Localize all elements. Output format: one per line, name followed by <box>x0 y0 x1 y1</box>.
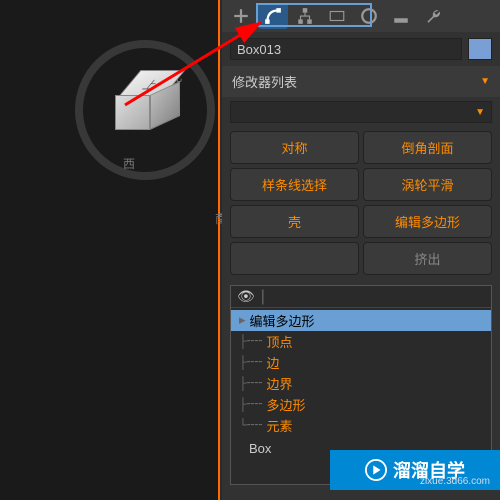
stack-list: ▸ 编辑多边形 ├╌╌顶点 ├╌╌边 ├╌╌边界 ├╌╌多边形 └╌╌元素 Bo… <box>231 308 491 459</box>
modify-tab[interactable] <box>258 3 288 29</box>
command-panel: 修改器列表 ▼ ▼ 对称 倒角剖面 样条线选择 涡轮平滑 壳 编辑多边形 挤出 … <box>222 0 500 500</box>
object-name-input[interactable] <box>230 38 462 60</box>
eye-icon[interactable]: 👁 <box>237 288 255 305</box>
watermark: 溜溜自学 zixue.3d66.com <box>330 450 500 490</box>
modifier-dropdown[interactable]: ▼ <box>230 101 492 123</box>
panel-tabs <box>222 0 500 32</box>
stack-header: 👁 | <box>231 286 491 308</box>
viewcube-container: 北 南 西 上 <box>75 40 215 180</box>
stack-item-element[interactable]: └╌╌元素 <box>231 415 491 436</box>
modifier-buttons: 对称 倒角剖面 样条线选择 涡轮平滑 壳 编辑多边形 挤出 <box>222 127 500 279</box>
viewcube[interactable]: 上 <box>110 70 170 130</box>
separator: | <box>261 288 265 306</box>
stack-item-vertex[interactable]: ├╌╌顶点 <box>231 331 491 352</box>
extrude-button[interactable]: 挤出 <box>363 242 492 275</box>
compass-west: 西 <box>123 155 135 172</box>
chevron-down-icon: ▼ <box>475 107 485 118</box>
utilities-tab[interactable] <box>386 3 416 29</box>
blurred-button[interactable] <box>230 242 359 275</box>
motion-tab[interactable] <box>322 3 352 29</box>
display-tab[interactable] <box>354 3 384 29</box>
turbosmooth-button[interactable]: 涡轮平滑 <box>363 168 492 201</box>
chamfer-button[interactable]: 倒角剖面 <box>363 131 492 164</box>
stack-item-border[interactable]: ├╌╌边界 <box>231 373 491 394</box>
spline-select-button[interactable]: 样条线选择 <box>230 168 359 201</box>
viewport[interactable]: 北 南 西 上 <box>0 0 220 500</box>
play-icon <box>365 459 387 481</box>
object-color-swatch[interactable] <box>468 38 492 60</box>
object-name-row <box>222 32 500 66</box>
chevron-down-icon: ▼ <box>480 76 490 87</box>
cube-front-face[interactable] <box>115 95 150 130</box>
stack-item-editpoly[interactable]: ▸ 编辑多边形 <box>231 310 491 331</box>
shell-button[interactable]: 壳 <box>230 205 359 238</box>
hierarchy-tab[interactable] <box>290 3 320 29</box>
create-tab[interactable] <box>226 3 256 29</box>
modifier-list-header[interactable]: 修改器列表 ▼ <box>222 66 500 97</box>
edit-poly-button[interactable]: 编辑多边形 <box>363 205 492 238</box>
stack-item-edge[interactable]: ├╌╌边 <box>231 352 491 373</box>
modifier-list-label: 修改器列表 <box>232 72 297 91</box>
stack-item-polygon[interactable]: ├╌╌多边形 <box>231 394 491 415</box>
wrench-tab[interactable] <box>418 3 448 29</box>
symmetry-button[interactable]: 对称 <box>230 131 359 164</box>
